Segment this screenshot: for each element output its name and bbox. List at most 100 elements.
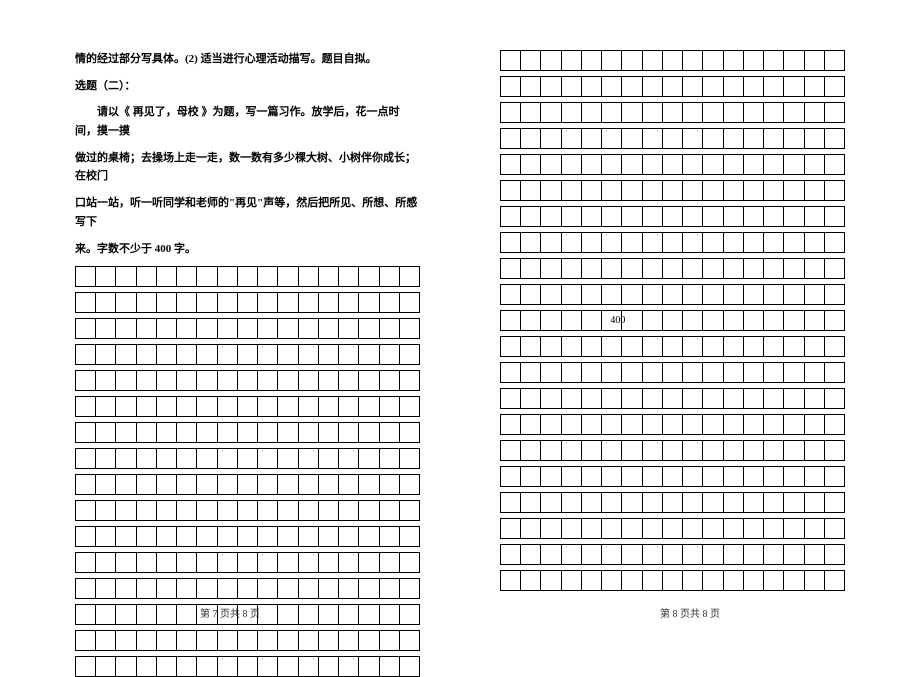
writing-cell (521, 51, 541, 71)
writing-cell (339, 527, 359, 547)
writing-cell (76, 553, 96, 573)
writing-cell (602, 519, 622, 539)
grid-wrapper: 400 (500, 50, 845, 591)
writing-cell (177, 345, 197, 365)
writing-cell (318, 319, 338, 339)
writing-cell (521, 571, 541, 591)
writing-cell (541, 415, 561, 435)
writing-cell (318, 475, 338, 495)
writing-cell (784, 129, 804, 149)
writing-cell (541, 259, 561, 279)
writing-cell (177, 553, 197, 573)
prompt-line-4: 来。字数不少于 400 字。 (75, 240, 420, 259)
writing-cell (662, 51, 682, 71)
writing-cell (824, 441, 844, 461)
writing-cell (339, 267, 359, 287)
writing-cell (541, 181, 561, 201)
writing-cell (156, 579, 176, 599)
writing-cell (743, 129, 763, 149)
writing-cell (359, 553, 379, 573)
writing-cell (379, 631, 399, 651)
writing-cell (339, 345, 359, 365)
writing-cell (662, 493, 682, 513)
writing-cell (723, 207, 743, 227)
writing-cell (622, 103, 642, 123)
writing-cell (501, 181, 521, 201)
writing-cell (318, 397, 338, 417)
writing-cell (602, 155, 622, 175)
writing-cell (359, 293, 379, 313)
writing-cell (683, 545, 703, 565)
writing-cell (136, 371, 156, 391)
writing-cell (581, 207, 601, 227)
writing-cell (743, 103, 763, 123)
writing-cell (581, 233, 601, 253)
writing-cell (561, 519, 581, 539)
writing-cell (298, 371, 318, 391)
writing-cell (177, 475, 197, 495)
writing-cell (622, 467, 642, 487)
writing-cell (318, 293, 338, 313)
writing-cell (602, 415, 622, 435)
writing-cell (237, 345, 257, 365)
writing-cell (318, 553, 338, 573)
writing-cell (804, 311, 824, 331)
writing-cell (258, 397, 278, 417)
writing-cell (743, 571, 763, 591)
writing-cell (359, 657, 379, 677)
writing-cell (764, 103, 784, 123)
writing-cell (359, 319, 379, 339)
writing-cell (136, 579, 156, 599)
writing-cell (581, 181, 601, 201)
writing-cell (177, 293, 197, 313)
writing-cell (723, 363, 743, 383)
writing-cell (723, 103, 743, 123)
writing-cell (217, 267, 237, 287)
writing-cell (278, 579, 298, 599)
writing-cell (521, 441, 541, 461)
writing-cell (258, 267, 278, 287)
writing-cell (501, 545, 521, 565)
writing-cell (804, 129, 824, 149)
writing-cell (359, 371, 379, 391)
writing-cell (642, 519, 662, 539)
writing-cell (116, 579, 136, 599)
writing-cell (379, 657, 399, 677)
writing-cell (237, 553, 257, 573)
writing-cell (602, 441, 622, 461)
writing-cell (804, 571, 824, 591)
writing-cell (258, 631, 278, 651)
writing-cell (824, 311, 844, 331)
writing-cell (521, 493, 541, 513)
writing-cell (541, 77, 561, 97)
writing-cell (541, 441, 561, 461)
writing-cell (784, 415, 804, 435)
writing-cell (561, 233, 581, 253)
writing-cell (723, 181, 743, 201)
writing-cell (96, 475, 116, 495)
writing-cell (662, 441, 682, 461)
writing-cell (359, 631, 379, 651)
writing-cell (662, 259, 682, 279)
writing-cell (703, 415, 723, 435)
writing-cell (683, 207, 703, 227)
writing-cell (723, 233, 743, 253)
writing-cell (804, 259, 824, 279)
writing-cell (379, 475, 399, 495)
writing-cell (76, 345, 96, 365)
writing-cell (116, 527, 136, 547)
writing-cell (581, 493, 601, 513)
writing-cell (743, 337, 763, 357)
writing-cell (237, 527, 257, 547)
writing-cell (237, 475, 257, 495)
writing-cell (622, 51, 642, 71)
writing-cell (177, 449, 197, 469)
writing-cell (339, 553, 359, 573)
writing-cell (784, 155, 804, 175)
writing-cell (521, 415, 541, 435)
writing-cell (116, 631, 136, 651)
writing-cell (177, 579, 197, 599)
writing-cell (258, 319, 278, 339)
writing-cell (339, 423, 359, 443)
writing-cell (581, 519, 601, 539)
